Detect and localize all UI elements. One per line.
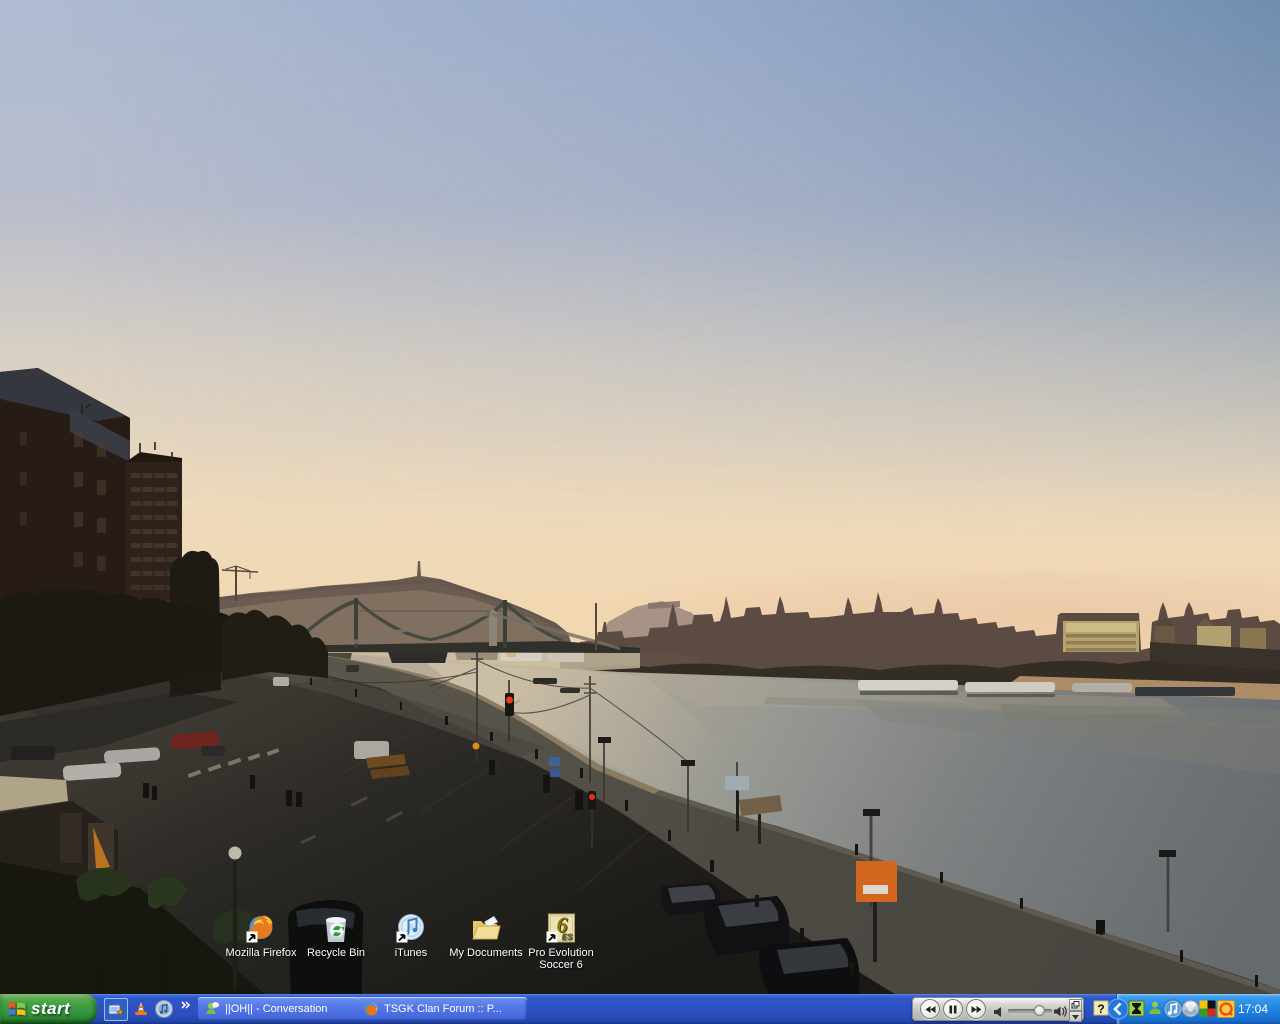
svg-text:ES: ES [562,933,573,942]
svg-text:?: ? [1097,1002,1104,1016]
